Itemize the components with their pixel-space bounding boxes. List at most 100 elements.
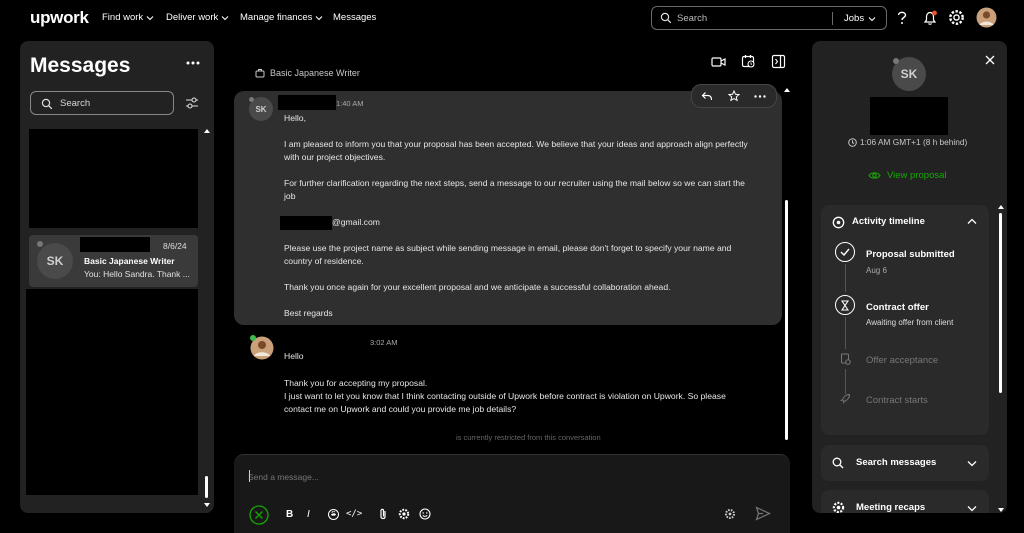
nav-deliver-work-label: Deliver work bbox=[166, 12, 219, 23]
briefcase-icon bbox=[255, 68, 265, 78]
italic-button[interactable]: I bbox=[307, 509, 310, 520]
search-messages-label: Search messages bbox=[856, 457, 937, 468]
scroll-up-arrow[interactable] bbox=[204, 129, 210, 133]
settings-gear-icon[interactable] bbox=[398, 508, 410, 520]
redacted-sender-name bbox=[278, 95, 336, 110]
search-messages-section[interactable]: Search messages bbox=[821, 445, 989, 481]
timeline-connector bbox=[845, 317, 846, 349]
help-icon[interactable] bbox=[895, 10, 909, 26]
nav-deliver-work[interactable]: Deliver work bbox=[166, 12, 229, 23]
global-search-input[interactable]: Search bbox=[677, 13, 707, 24]
nav-manage-finances-label: Manage finances bbox=[240, 12, 313, 23]
star-icon[interactable] bbox=[728, 90, 740, 102]
chevron-down-icon bbox=[868, 15, 876, 23]
notification-bell-icon[interactable] bbox=[922, 10, 938, 26]
send-icon[interactable] bbox=[755, 506, 771, 521]
message-line: For further clarification regarding the … bbox=[284, 178, 745, 188]
upwork-logo[interactable]: upwork bbox=[30, 8, 89, 28]
nav-manage-finances[interactable]: Manage finances bbox=[240, 12, 323, 23]
scroll-up-arrow[interactable] bbox=[784, 88, 790, 92]
redacted-sender-name bbox=[280, 334, 370, 349]
conversation-list-item[interactable]: SK 8/6/24 Basic Japanese Writer You: Hel… bbox=[29, 235, 198, 287]
conversation-search-box[interactable]: Search bbox=[30, 91, 174, 115]
close-icon[interactable] bbox=[985, 55, 995, 65]
view-proposal-label: View proposal bbox=[887, 170, 947, 181]
contact-local-time: 1:06 AM GMT+1 (8 h behind) bbox=[848, 137, 967, 147]
contact-details-panel: SK 1:06 AM GMT+1 (8 h behind) View propo… bbox=[812, 41, 1007, 513]
message-bubble[interactable]: SK 1:40 AM Hello, I am pleased to inform… bbox=[234, 91, 782, 325]
video-call-icon[interactable] bbox=[711, 56, 726, 68]
top-navigation: upwork Find work Deliver work Manage fin… bbox=[0, 0, 1024, 36]
message-line: Best regards bbox=[284, 308, 333, 318]
chat-project-name[interactable]: Basic Japanese Writer bbox=[270, 68, 360, 78]
redacted-chat-title bbox=[247, 41, 361, 63]
attachment-icon[interactable] bbox=[378, 508, 388, 521]
local-time-text: 1:06 AM GMT+1 (8 h behind) bbox=[860, 137, 968, 147]
eye-icon bbox=[868, 171, 881, 180]
redacted-recipient-name bbox=[306, 350, 343, 363]
restricted-notice: is currently restricted from this conver… bbox=[456, 433, 601, 442]
message-line: Hello bbox=[284, 351, 304, 361]
global-search-box[interactable]: Search Jobs bbox=[651, 6, 887, 30]
settings-gear-icon bbox=[832, 501, 845, 513]
message-time: 3:02 AM bbox=[370, 338, 398, 347]
message-line: Thank you once again for your excellent … bbox=[284, 282, 671, 292]
strikethrough-button[interactable]: S bbox=[328, 509, 339, 520]
scroll-down-arrow[interactable] bbox=[998, 508, 1004, 512]
view-proposal-link[interactable]: View proposal bbox=[868, 170, 947, 181]
scrollbar-thumb[interactable] bbox=[205, 476, 208, 498]
scroll-down-arrow[interactable] bbox=[204, 503, 210, 507]
activity-timeline-card: Activity timeline Proposal submitted Aug… bbox=[821, 205, 989, 435]
meeting-recaps-label: Meeting recaps bbox=[856, 502, 926, 513]
timeline-step-label: Offer acceptance bbox=[866, 355, 939, 366]
timeline-step-label: Contract starts bbox=[866, 395, 928, 406]
message-input[interactable]: Send a message... bbox=[248, 472, 319, 482]
redacted-conversations bbox=[26, 289, 198, 495]
timeline-connector bbox=[845, 264, 846, 292]
settings-gear-icon[interactable] bbox=[948, 9, 965, 26]
close-formatting-icon[interactable] bbox=[249, 505, 269, 525]
scroll-up-arrow[interactable] bbox=[998, 205, 1004, 209]
message-line: contact me on Upwork and could you provi… bbox=[284, 404, 517, 414]
schedule-meeting-icon[interactable] bbox=[741, 54, 756, 69]
timeline-step-sub: Aug 6 bbox=[866, 266, 887, 275]
scrollbar-thumb[interactable] bbox=[785, 200, 788, 440]
message-actions-bar bbox=[691, 84, 777, 108]
message-line: I am pleased to inform you that your pro… bbox=[284, 139, 748, 149]
bold-button[interactable]: B bbox=[286, 509, 293, 520]
scrollbar-thumb[interactable] bbox=[999, 213, 1002, 393]
more-options-icon[interactable] bbox=[186, 61, 200, 65]
conversation-search-input[interactable]: Search bbox=[60, 98, 90, 109]
filter-sliders-icon[interactable] bbox=[185, 96, 199, 110]
chevron-up-icon[interactable] bbox=[967, 218, 977, 225]
activity-timeline-title: Activity timeline bbox=[852, 216, 925, 227]
meeting-recaps-section[interactable]: Meeting recaps bbox=[821, 490, 989, 513]
offline-status-dot bbox=[37, 241, 43, 247]
redacted-contact-name bbox=[870, 97, 948, 135]
ai-assist-icon[interactable] bbox=[724, 508, 736, 520]
search-scope-dropdown[interactable]: Jobs bbox=[844, 13, 876, 24]
nav-messages[interactable]: Messages bbox=[333, 12, 376, 23]
hourglass-icon bbox=[835, 295, 855, 315]
text-cursor bbox=[249, 470, 250, 482]
code-button[interactable]: </> bbox=[346, 509, 362, 519]
toggle-sidebar-icon[interactable] bbox=[771, 54, 786, 69]
search-icon bbox=[832, 457, 844, 469]
conversation-project: Basic Japanese Writer bbox=[84, 256, 175, 266]
chevron-down-icon bbox=[967, 505, 977, 512]
search-icon bbox=[41, 98, 53, 110]
emoji-icon[interactable] bbox=[419, 508, 431, 520]
nav-find-work-label: Find work bbox=[102, 12, 144, 23]
nav-find-work[interactable]: Find work bbox=[102, 12, 154, 23]
reply-icon[interactable] bbox=[701, 91, 713, 102]
email-domain: @gmail.com bbox=[332, 217, 380, 227]
chevron-down-icon bbox=[146, 14, 154, 22]
online-status-dot bbox=[250, 335, 256, 341]
chevron-down-icon bbox=[967, 460, 977, 467]
user-avatar[interactable] bbox=[976, 7, 997, 28]
chat-project-label: Basic Japanese Writer bbox=[255, 68, 360, 78]
more-options-icon[interactable] bbox=[754, 95, 766, 98]
chevron-down-icon bbox=[315, 14, 323, 22]
contact-avatar: SK bbox=[37, 243, 73, 279]
message-line: country of residence. bbox=[284, 256, 364, 266]
